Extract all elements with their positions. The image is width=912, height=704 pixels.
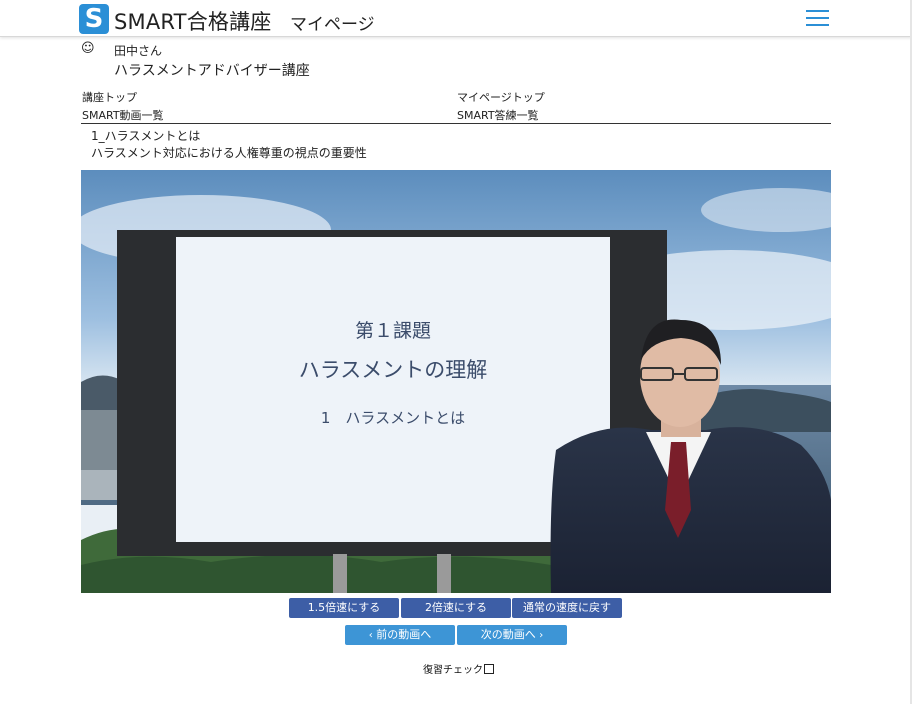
app-title[interactable]: SMART合格講座	[114, 6, 272, 36]
next-video-button[interactable]: 次の動画へ ›	[457, 625, 567, 645]
review-checkbox[interactable]	[484, 663, 494, 674]
speed-1-5x-button[interactable]: 1.5倍速にする	[289, 598, 399, 618]
header: S SMART合格講座 マイページ	[0, 0, 912, 37]
chevron-right-icon: ›	[539, 630, 544, 641]
slide-title: ハラスメントの理解	[298, 358, 488, 382]
slide-heading: 第１課題	[354, 320, 431, 342]
logo-icon[interactable]: S	[79, 4, 109, 34]
nav-link-course-top[interactable]: 講座トップ	[82, 89, 137, 105]
hamburger-bar	[806, 17, 829, 19]
divider	[81, 123, 831, 124]
lesson-number-title: 1_ハラスメントとは	[91, 129, 201, 143]
slide-item: 1 ハラスメントとは	[320, 409, 466, 427]
prev-video-label: 前の動画へ	[376, 628, 432, 641]
hamburger-bar	[806, 10, 829, 12]
review-check-label: 復習チェック	[423, 665, 483, 676]
chevron-left-icon: ‹	[368, 630, 373, 641]
review-check[interactable]: 復習チェック	[423, 661, 494, 676]
user-name: 田中さん	[114, 44, 163, 58]
smiley-icon: ☺	[81, 41, 95, 56]
nav-link-video-list[interactable]: SMART動画一覧	[82, 107, 164, 123]
page-title: マイページ	[290, 15, 375, 35]
nav-link-answer-list[interactable]: SMART答練一覧	[457, 107, 539, 123]
hamburger-bar	[806, 24, 829, 26]
next-video-label: 次の動画へ	[480, 628, 536, 641]
lesson-title: ハラスメント対応における人権尊重の視点の重要性	[91, 146, 367, 160]
hamburger-icon[interactable]	[806, 10, 829, 27]
speed-normal-button[interactable]: 通常の速度に戻す	[512, 598, 622, 618]
speed-2x-button[interactable]: 2倍速にする	[401, 598, 511, 618]
prev-video-button[interactable]: ‹ 前の動画へ	[345, 625, 455, 645]
nav-link-mypage-top[interactable]: マイページトップ	[457, 89, 545, 105]
course-title: ハラスメントアドバイザー講座	[114, 63, 310, 79]
video-player[interactable]: 第１課題 ハラスメントの理解 1 ハラスメントとは	[81, 170, 831, 593]
